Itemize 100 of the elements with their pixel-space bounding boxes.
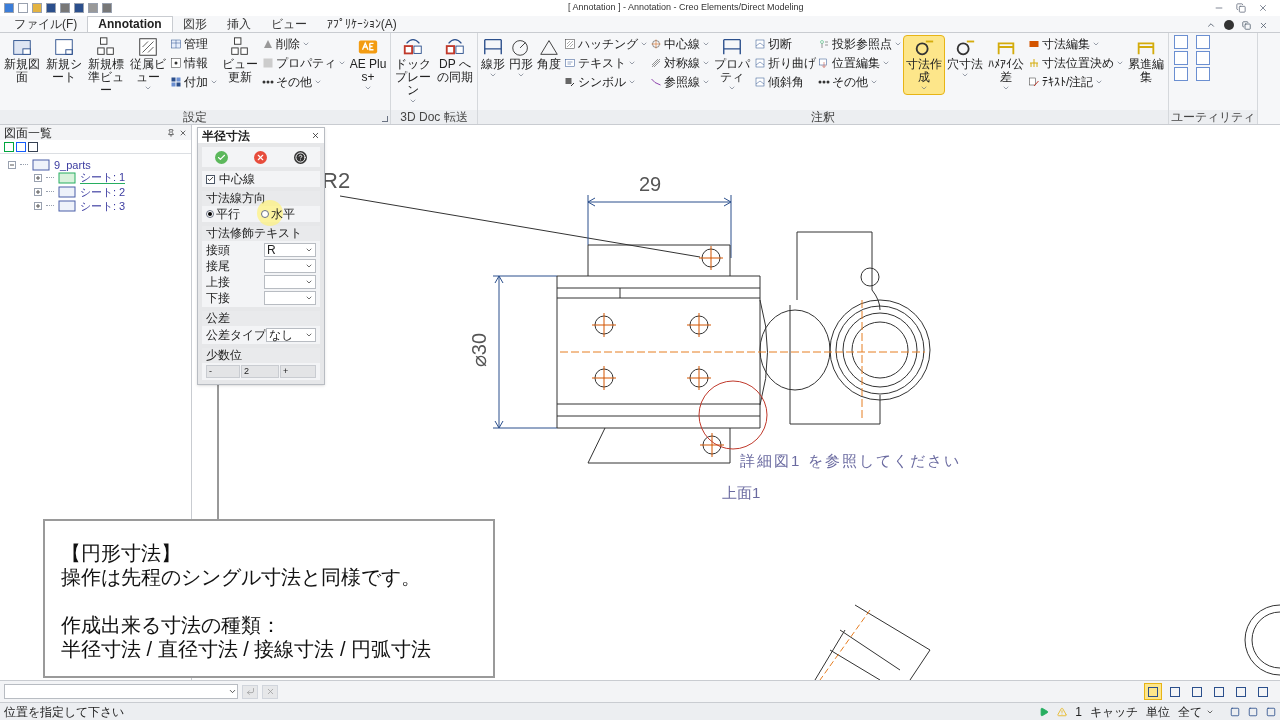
window-icon[interactable] [1230, 706, 1240, 717]
tree-item[interactable]: 9_parts [54, 158, 91, 171]
restore-icon[interactable] [1236, 3, 1246, 13]
dropdown-field[interactable]: R [264, 243, 316, 257]
increment-button[interactable]: + [280, 365, 316, 378]
ribbon-button[interactable]: DP への同期 [434, 35, 476, 87]
dialog-launcher-icon[interactable] [382, 116, 388, 122]
ribbon-small-button[interactable]: 削除 [261, 35, 347, 53]
view-toggle-button[interactable] [1144, 683, 1162, 700]
tree-item[interactable]: シート: 2 [80, 185, 126, 198]
ribbon-small-button[interactable]: 寸法位置決め [1027, 54, 1125, 72]
ribbon-button[interactable]: 新規図面 [1, 35, 43, 87]
ribbon-button[interactable]: 角度 [535, 35, 563, 74]
ribbon-small-button[interactable]: ハッチング [563, 35, 649, 53]
ribbon-button[interactable]: ドックプレーン [392, 35, 434, 108]
sheet-view-icon[interactable] [16, 141, 26, 152]
ribbon-small-button[interactable]: 管理 [169, 35, 219, 53]
filter-dropdown[interactable]: 全て [1178, 702, 1222, 720]
ribbon-small-button[interactable]: 折り曲げ [753, 54, 817, 72]
ribbon-small-button[interactable]: ﾃｷｽﾄ/注記 [1027, 73, 1125, 91]
ribbon-small-button[interactable]: 切断 [753, 35, 817, 53]
ribbon-small-button[interactable]: 投影参照点 [817, 35, 903, 53]
utility-button[interactable] [1174, 67, 1188, 81]
dropdown-field[interactable] [264, 291, 316, 305]
enter-button[interactable] [242, 684, 258, 699]
ribbon-small-button[interactable]: 情報 [169, 54, 219, 72]
cancel-button[interactable] [254, 150, 268, 164]
radio-option[interactable]: 平行 [206, 205, 261, 223]
ribbon-tab[interactable]: 図形 [172, 16, 217, 32]
ribbon-button[interactable]: 穴寸法 [945, 35, 985, 82]
ribbon-button[interactable]: 線形 [479, 35, 507, 82]
ribbon-button[interactable]: 累進編集 [1125, 35, 1167, 87]
views-icon [95, 36, 117, 58]
ribbon-small-button[interactable]: 対称線 [649, 54, 711, 72]
ribbon-small-button[interactable]: 位置編集 [817, 54, 903, 72]
expand-icon[interactable] [34, 187, 42, 196]
ribbon-small-button[interactable]: 付加 [169, 73, 219, 91]
decrement-button[interactable]: - [206, 365, 240, 378]
dropdown-field[interactable]: なし [266, 328, 316, 342]
expand-icon[interactable] [34, 201, 42, 210]
tree-item[interactable]: シート: 3 [80, 199, 126, 212]
ribbon-button[interactable]: プロパティ [711, 35, 753, 95]
utility-button[interactable] [1196, 35, 1210, 49]
catch-label[interactable]: キャッチ [1090, 702, 1138, 720]
ribbon-tab[interactable]: ファイル(F) [4, 16, 88, 32]
close-icon[interactable] [1259, 20, 1268, 30]
ribbon-small-button[interactable]: シンボル [563, 73, 649, 91]
help-icon[interactable] [1224, 20, 1234, 30]
command-field[interactable] [4, 684, 238, 699]
tree-item[interactable]: シート: 1 [80, 171, 126, 184]
ribbon-small-button[interactable]: その他 [261, 73, 347, 91]
pin-icon[interactable] [167, 128, 175, 137]
table-icon [170, 38, 182, 50]
dropdown-field[interactable] [264, 259, 316, 273]
tree-view-icon[interactable] [4, 141, 14, 152]
help-button[interactable] [293, 150, 307, 164]
ribbon-tab[interactable]: Annotation [87, 16, 173, 32]
ribbon-small-button[interactable]: テキスト [563, 54, 649, 72]
ribbon-small-button[interactable]: プロパティ [261, 54, 347, 72]
window-icon[interactable] [1266, 706, 1276, 717]
ribbon-button[interactable]: 円形 [507, 35, 535, 82]
utility-button[interactable] [1196, 51, 1210, 65]
ribbon-small-button[interactable]: 中心線 [649, 35, 711, 53]
sheet-icon [58, 171, 76, 184]
radio-option[interactable]: 水平 [261, 205, 316, 223]
ribbon-button[interactable]: 新規標準ビュー [85, 35, 127, 100]
expand-icon[interactable] [34, 173, 42, 182]
ribbon-tab[interactable]: ビュー [260, 16, 317, 32]
ribbon-small-button[interactable]: 傾斜角 [753, 73, 817, 91]
restore-icon[interactable] [1242, 20, 1251, 30]
play-icon[interactable] [1039, 706, 1050, 717]
field-label: 公差タイプ [206, 328, 266, 342]
ribbon-tab[interactable]: 挿入 [216, 16, 261, 32]
close-icon[interactable] [311, 131, 320, 140]
symbol-icon [564, 76, 576, 88]
collapse-ribbon-icon[interactable] [1206, 20, 1216, 30]
utility-button[interactable] [1196, 67, 1210, 81]
cancel-button[interactable] [262, 684, 278, 699]
utility-button[interactable] [1174, 51, 1188, 65]
ribbon-small-button[interactable]: その他 [817, 73, 903, 91]
ribbon-tab[interactable]: ｱﾌﾟﾘｹｰｼｮﾝ(A) [316, 16, 407, 32]
close-icon[interactable] [1258, 3, 1268, 13]
ribbon-button[interactable]: 従属ビュー [127, 35, 169, 95]
dropdown-field[interactable] [264, 275, 316, 289]
window-icon[interactable] [1248, 706, 1258, 717]
checkbox[interactable] [206, 174, 215, 184]
collapse-icon[interactable] [8, 160, 16, 169]
ribbon-button[interactable]: 新規シート [43, 35, 85, 87]
utility-button[interactable] [1174, 35, 1188, 49]
ribbon-button[interactable]: ﾊﾒｱｲ公差 [985, 35, 1027, 95]
decimal-value: 2 [241, 365, 279, 378]
close-icon[interactable] [179, 128, 187, 137]
pages-icon[interactable] [28, 141, 38, 152]
ribbon-small-button[interactable]: 参照線 [649, 73, 711, 91]
ribbon-small-button[interactable]: 寸法編集 [1027, 35, 1125, 53]
ribbon-button[interactable]: ビュー更新 [219, 35, 261, 87]
ribbon-button[interactable]: AE Plus+ [347, 35, 389, 95]
ribbon-button[interactable]: 寸法作成 [903, 35, 945, 95]
ok-button[interactable] [215, 150, 229, 164]
unit-label[interactable]: 単位 [1146, 702, 1170, 720]
